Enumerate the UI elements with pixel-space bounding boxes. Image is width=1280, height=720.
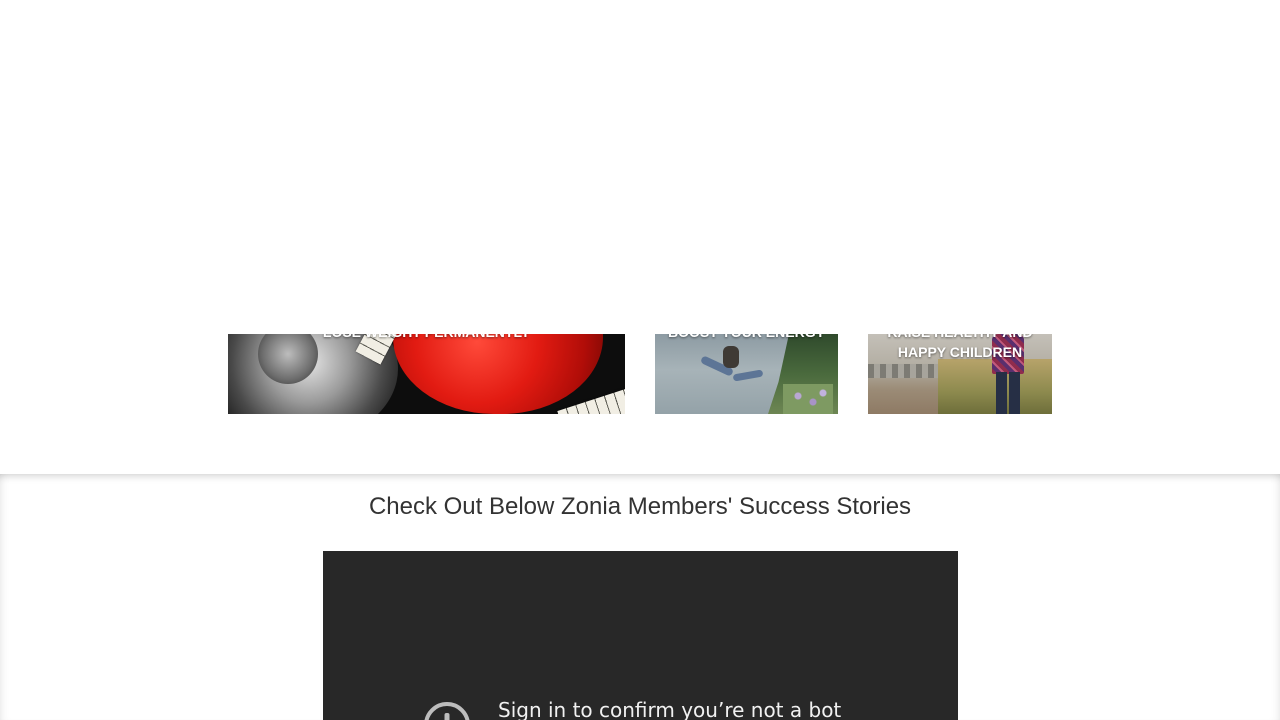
card-label: BOOST YOUR ENERGY xyxy=(655,334,838,342)
leg-shape xyxy=(732,369,764,382)
header-blank-area xyxy=(0,0,1280,334)
bot-check-message: Sign in to confirm you’re not a bot xyxy=(498,698,842,720)
card-label: LOSE WEIGHT PERMANENTLY xyxy=(228,334,625,342)
flowers-image xyxy=(783,384,833,414)
tomato-image xyxy=(393,334,603,414)
town-background-image xyxy=(868,364,948,378)
jeans-shape xyxy=(996,372,1007,414)
card-label: RAISE HEALTHY AND HAPPY CHILDREN xyxy=(887,334,1032,360)
video-embed[interactable]: Sign in to confirm you’re not a bot xyxy=(323,551,958,720)
section-title: Check Out Below Zonia Members' Success S… xyxy=(368,493,912,520)
alert-icon xyxy=(424,702,470,720)
card-boost-energy[interactable]: BOOST YOUR ENERGY xyxy=(655,334,838,414)
page: LOSE WEIGHT PERMANENTLY BOOST YOUR ENERG… xyxy=(0,0,1280,720)
jumping-person-image xyxy=(685,344,765,384)
jeans-shape xyxy=(1009,372,1020,414)
card-lose-weight[interactable]: LOSE WEIGHT PERMANENTLY xyxy=(228,334,625,414)
success-stories-section: Check Out Below Zonia Members' Success S… xyxy=(0,474,1280,720)
card-happy-children[interactable]: RAISE HEALTHY AND HAPPY CHILDREN xyxy=(868,334,1052,414)
body-shape xyxy=(723,346,739,368)
